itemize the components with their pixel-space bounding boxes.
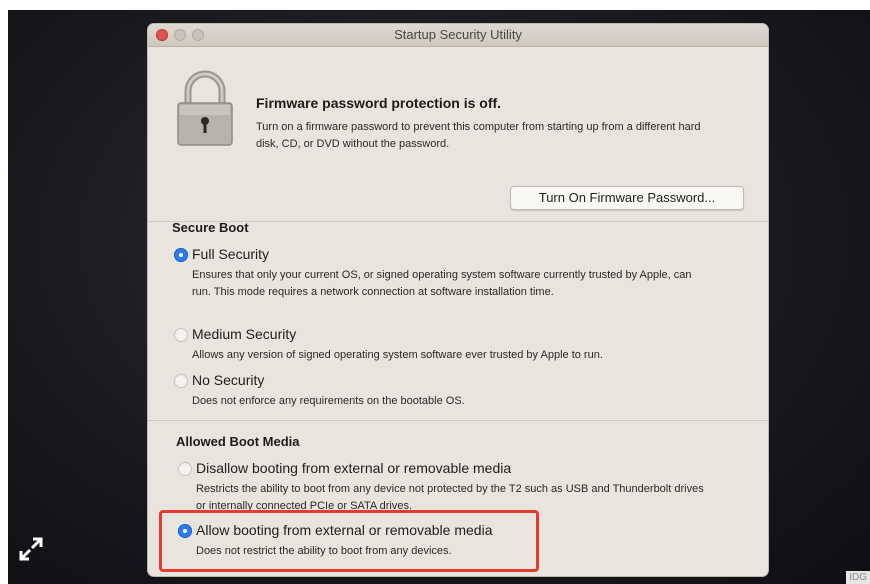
secure-boot-title: Secure Boot: [172, 220, 249, 235]
section-divider: [148, 420, 768, 421]
window-title: Startup Security Utility: [394, 27, 522, 42]
medium-security-label: Medium Security: [192, 326, 297, 342]
expand-arrows-icon[interactable]: [18, 536, 44, 562]
watermark-text: IDG: [846, 571, 870, 584]
startup-security-window: Startup Security Utility Firmware passwo…: [148, 24, 768, 576]
disallow-external-boot-radio[interactable]: [178, 462, 192, 476]
firmware-section: Firmware password protection is off. Tur…: [148, 47, 768, 222]
disallow-external-boot-label: Disallow booting from external or remova…: [196, 460, 512, 476]
lock-icon: [177, 70, 233, 146]
no-security-description: Does not enforce any requirements on the…: [192, 395, 465, 407]
firmware-status-title: Firmware password protection is off.: [256, 95, 502, 111]
no-security-label: No Security: [192, 372, 265, 388]
firmware-description: Turn on a firmware password to prevent t…: [256, 121, 701, 150]
title-bar: Startup Security Utility: [148, 24, 768, 47]
full-security-radio[interactable]: [174, 248, 188, 262]
medium-security-description: Allows any version of signed operating s…: [192, 349, 603, 361]
full-security-label: Full Security: [192, 246, 270, 262]
no-security-radio[interactable]: [174, 374, 188, 388]
medium-security-radio[interactable]: [174, 328, 188, 342]
full-security-description: Ensures that only your current OS, or si…: [192, 269, 692, 298]
boot-media-title: Allowed Boot Media: [176, 434, 300, 449]
turn-on-firmware-password-button[interactable]: Turn On Firmware Password...: [510, 186, 744, 210]
highlight-box: [159, 510, 539, 572]
